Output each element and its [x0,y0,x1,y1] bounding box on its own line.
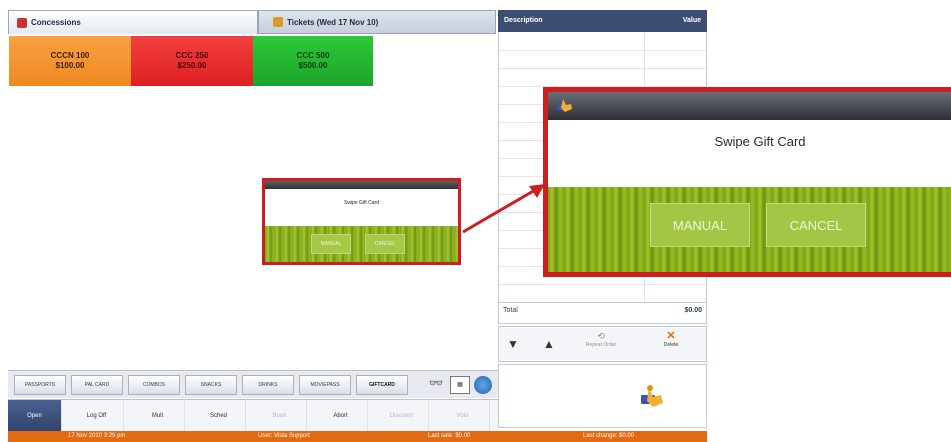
globe-icon[interactable] [474,376,492,394]
book-button[interactable]: Book [253,400,307,432]
status-last-sale: Last sale: $0.00 [428,433,471,439]
repeat-icon: ⟲ [597,331,605,341]
concessions-icon [17,17,27,28]
column-value: Value [682,17,701,24]
keypad-icon[interactable]: ▦ [450,376,470,394]
category-pal-card[interactable]: PAL CARD [71,375,123,395]
total-value: $0.00 [684,307,702,314]
dialog-message: Swipe Gift Card [714,134,806,149]
dialog-message: Swipe Gift Card [343,200,379,206]
category-passports[interactable]: PASSPORTS [14,375,66,395]
product-name: CCCN 100 [50,51,90,60]
status-bar: 17 Nov 2010 3:29 pm User: Vista Support … [8,431,707,442]
status-user: User: Vista Support [258,433,310,439]
glasses-icon[interactable]: 👓 [426,376,446,394]
cancel-button[interactable]: CANCEL [766,203,866,247]
product-tile-ccc-250[interactable]: CCC 250 $250.00 [131,36,253,86]
chevron-down-icon[interactable]: ▼ [507,337,519,351]
chevron-up-icon[interactable]: ▲ [543,337,555,351]
repeat-order-button[interactable]: ⟲ Repeat Order [571,331,631,348]
repeat-order-label: Repeat Order [585,342,617,348]
order-grid-header: Description Value [498,10,707,32]
product-name: CCC 500 [296,51,330,60]
manual-button[interactable]: MANUAL [311,234,351,254]
sched-button[interactable]: Sched [192,400,246,432]
delete-icon: ✕ [666,330,676,342]
category-snacks[interactable]: SNACKS [185,375,237,395]
category-giftcard[interactable]: GIFTCARD [356,375,408,395]
product-price: $500.00 [298,61,328,70]
product-name: CCC 250 [175,51,209,60]
tab-label: Concessions [31,18,81,27]
dialog-title-bar [265,181,458,189]
dialog-title-bar [548,92,951,120]
manual-button[interactable]: MANUAL [650,203,750,247]
void-button[interactable]: Void [436,400,490,432]
tab-concessions[interactable]: Concessions [8,10,258,34]
category-combos[interactable]: COMBOS [128,375,180,395]
open-button[interactable]: Open [8,400,62,432]
dialog-button-area: MANUAL CANCEL [265,226,458,262]
tab-bar: Concessions Tickets (Wed 17 Nov 10) [8,10,496,34]
log-off-button[interactable]: Log Off [70,400,124,432]
hand-card-icon [557,99,572,112]
mult-button[interactable]: Mult [131,400,185,432]
product-tile-ccc-500[interactable]: CCC 500 $500.00 [253,36,373,86]
product-price: $250.00 [177,61,207,70]
tab-tickets[interactable]: Tickets (Wed 17 Nov 10) [258,10,496,34]
grid-line [499,68,706,69]
product-price: $100.00 [55,61,85,70]
category-bar: PASSPORTS PAL CARD COMBOS SNACKS DRINKS … [8,370,498,398]
column-description: Description [504,17,543,24]
total-label: Total [503,307,518,314]
product-tile-cccn-100[interactable]: CCCN 100 $100.00 [9,36,131,86]
category-moviepass[interactable]: MOVIEPASS [299,375,351,395]
swipe-gift-card-dialog-zoom: Swipe Gift Card MANUAL CANCEL [543,87,951,277]
dialog-button-area: MANUAL CANCEL [548,187,951,272]
abort-button[interactable]: Abort [314,400,368,432]
category-drinks[interactable]: DRINKS [242,375,294,395]
cancel-button[interactable]: CANCEL [365,234,405,254]
delete-label: Delete [663,342,679,348]
tab-label: Tickets (Wed 17 Nov 10) [287,17,379,27]
grid-line [499,50,706,51]
hand-card-icon [641,385,663,407]
action-bar: Open Log Off Mult Sched Book Abort Disco… [8,399,498,432]
callout-arrow [462,184,545,234]
swipe-gift-card-dialog-small: Swipe Gift Card MANUAL CANCEL [262,178,461,265]
grid-line [499,284,706,285]
order-total: Total $0.00 [498,302,707,324]
card-swipe-area [498,364,707,428]
status-last-change: Last change: $0.00 [583,433,635,439]
order-controls: ▼ ▲ ⟲ Repeat Order ✕ Delete [498,326,707,362]
delete-button[interactable]: ✕ Delete [641,330,701,349]
discount-button[interactable]: Discount [375,400,429,432]
status-datetime: 17 Nov 2010 3:29 pm [68,433,126,439]
tickets-icon [273,17,283,27]
